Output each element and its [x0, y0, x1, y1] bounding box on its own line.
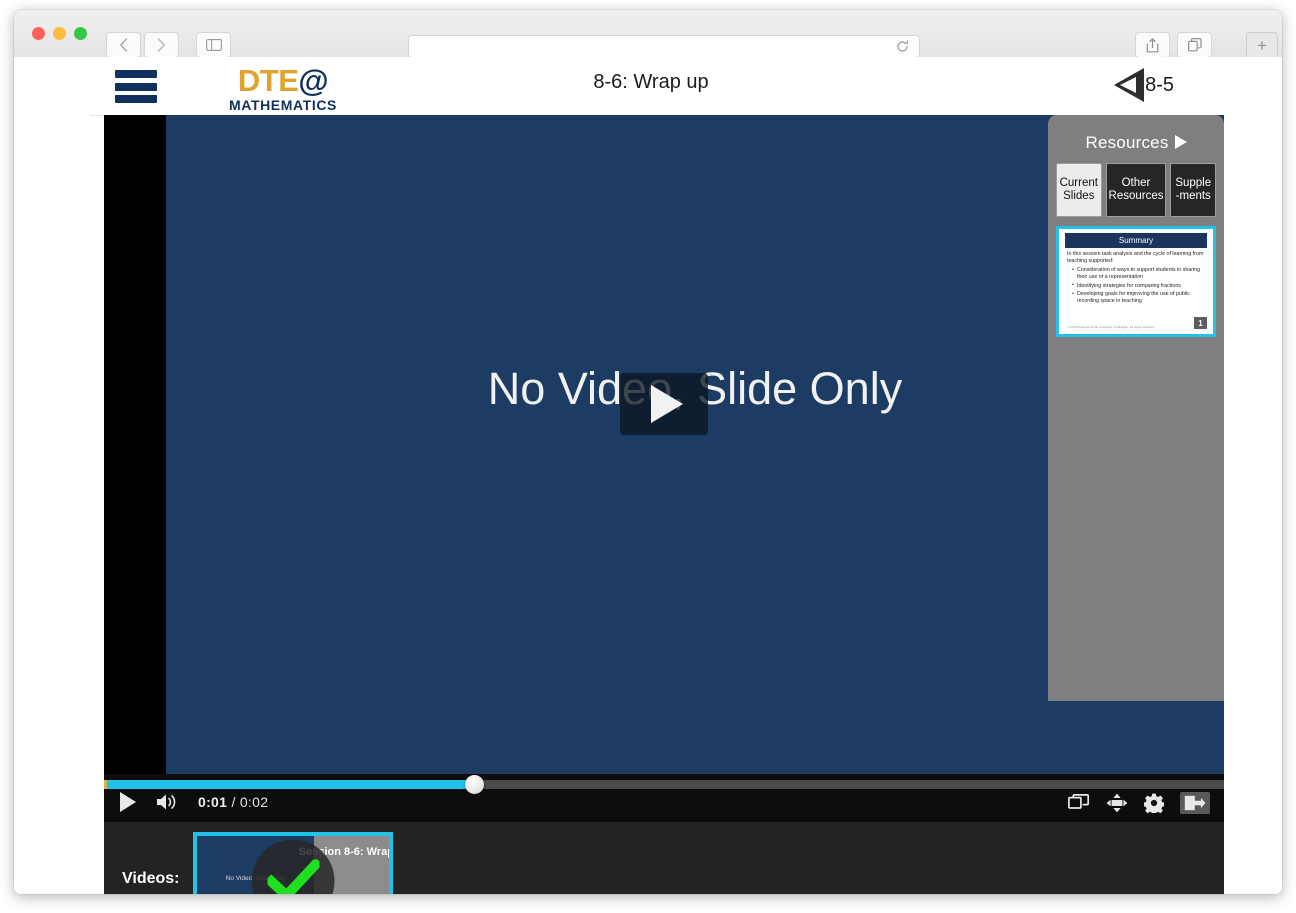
- chevron-left-icon: [120, 38, 128, 52]
- slide-thumbnail[interactable]: Summary In this session task analysis an…: [1056, 226, 1216, 337]
- forward-button[interactable]: [144, 32, 179, 58]
- videos-label: Videos:: [122, 870, 180, 887]
- app-header: DTE@ MATHEMATICS 8-6: Wrap up 8-5: [90, 57, 1212, 116]
- close-window-button[interactable]: [32, 27, 45, 40]
- resources-tab-row: Current Slides Other Resources Supple -m…: [1048, 153, 1224, 217]
- slide-thumbnail-title: Summary: [1065, 233, 1207, 248]
- page-right-gutter: [1224, 57, 1282, 894]
- previous-session-nav[interactable]: 8-5: [1114, 68, 1174, 102]
- videos-strip: Videos: No Video, Slide Only Session 8-6…: [104, 822, 1224, 894]
- back-button[interactable]: [106, 32, 141, 58]
- center-play-button[interactable]: [620, 373, 708, 435]
- progress-bar-start-marker: [104, 780, 107, 789]
- check-mark-icon: [267, 859, 319, 894]
- slide-thumbnail-bullet: Developing goals for improving the use o…: [1072, 291, 1206, 305]
- player-controls-left: 0:01 / 0:02: [120, 792, 268, 812]
- popout-window-icon[interactable]: [1068, 794, 1090, 812]
- hamburger-bar: [115, 95, 157, 103]
- time-separator: /: [231, 794, 236, 810]
- share-button[interactable]: [1135, 32, 1170, 58]
- play-icon: [651, 385, 683, 423]
- resize-icon[interactable]: [1106, 793, 1128, 813]
- slide-thumbnail-bullet: Identifying strategies for comparing fra…: [1072, 282, 1206, 290]
- slide-thumbnail-bullet: Consideration of ways to support student…: [1072, 267, 1206, 281]
- maximize-window-button[interactable]: [74, 27, 87, 40]
- slide-thumbnail-page-number: 1: [1194, 317, 1207, 329]
- slide-thumbnail-intro: In this session task analysis and the cy…: [1067, 251, 1204, 264]
- time-display: 0:01 / 0:02: [198, 794, 268, 810]
- volume-icon[interactable]: [156, 793, 178, 811]
- page-title: 8-6: Wrap up: [593, 71, 709, 93]
- tab-other-resources[interactable]: Other Resources: [1105, 163, 1167, 217]
- browser-window: + DTE@ MATHEMATICS 8-6: Wrap up 8-5 No S…: [14, 10, 1282, 894]
- minimize-window-button[interactable]: [53, 27, 66, 40]
- browser-toolbar: +: [14, 10, 1282, 59]
- address-bar[interactable]: [408, 35, 920, 58]
- slide-thumbnail-footer: © 2015 Regents of the University of Mich…: [1068, 325, 1155, 329]
- browser-nav-group: [106, 32, 231, 58]
- sidebar-toggle-icon: [205, 39, 222, 51]
- tab-other-resources-line1: Other: [1121, 177, 1151, 189]
- page-left-gutter: [14, 57, 104, 894]
- show-all-tabs-icon: [1187, 38, 1202, 52]
- slide-thumbnail-inner: Summary In this session task analysis an…: [1062, 232, 1210, 331]
- tab-current-slides-line2: Slides: [1063, 190, 1095, 202]
- chevron-right-icon: [157, 38, 165, 52]
- exit-button[interactable]: [1180, 792, 1210, 814]
- exit-icon: [1184, 795, 1206, 811]
- video-stage[interactable]: No Video, Slide Only Resources Current S…: [104, 115, 1224, 774]
- tab-current-slides[interactable]: Current Slides: [1056, 163, 1102, 217]
- share-icon: [1146, 37, 1159, 52]
- resources-panel-title[interactable]: Resources: [1048, 115, 1224, 153]
- tab-other-resources-line2: Resources: [1108, 190, 1164, 202]
- tab-supplements-line2: -ments: [1175, 190, 1211, 202]
- gear-icon[interactable]: [1144, 793, 1164, 813]
- resources-panel: Resources Current Slides Other Resources: [1048, 115, 1224, 701]
- slide-thumbnail-body: In this session task analysis and the cy…: [1062, 248, 1210, 305]
- total-time: 0:02: [239, 794, 269, 810]
- show-all-tabs-button[interactable]: [1177, 32, 1212, 58]
- page-content: DTE@ MATHEMATICS 8-6: Wrap up 8-5 No Vid…: [14, 57, 1282, 894]
- resources-title-text: Resources: [1085, 133, 1169, 152]
- reload-icon[interactable]: [896, 40, 909, 53]
- slide-thumbnail-bullets: Consideration of ways to support student…: [1067, 267, 1206, 305]
- tab-supplements-line1: Supple: [1175, 177, 1212, 189]
- sidebar-toggle-button[interactable]: [196, 32, 231, 58]
- video-thumbnail-item[interactable]: No Video, Slide Only Session 8-6: Wrap u…: [193, 832, 393, 894]
- progress-bar-handle[interactable]: [464, 775, 484, 794]
- video-player-controls: 0:01 / 0:02: [104, 774, 1224, 822]
- play-button[interactable]: [120, 792, 136, 812]
- tab-supplements[interactable]: Supple -ments: [1170, 163, 1216, 217]
- current-time: 0:01: [198, 794, 228, 810]
- triangle-right-icon: [1174, 135, 1187, 149]
- progress-bar-track[interactable]: [104, 775, 1224, 794]
- new-tab-button[interactable]: +: [1246, 32, 1278, 59]
- left-arrow-icon: [1114, 68, 1145, 102]
- player-controls-right: [1068, 792, 1210, 814]
- brand-subtitle: MATHEMATICS: [229, 97, 337, 113]
- tab-current-slides-line1: Current: [1059, 177, 1098, 189]
- window-traffic-lights: [32, 27, 87, 40]
- previous-session-label: 8-5: [1145, 73, 1174, 96]
- progress-bar-played: [104, 780, 474, 789]
- browser-right-actions: [1135, 32, 1212, 58]
